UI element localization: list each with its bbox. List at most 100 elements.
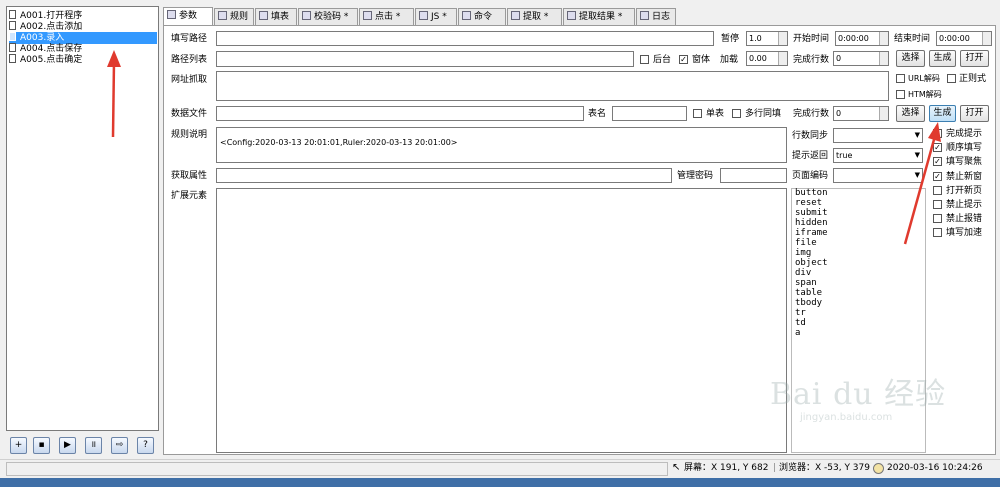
tab[interactable]: 点击 *	[359, 8, 414, 25]
tab[interactable]: 参数	[163, 7, 213, 25]
element-tag-list[interactable]: button reset submit hidden iframe file img obje…	[795, 188, 828, 338]
status-divider: |	[773, 463, 777, 473]
document-icon	[9, 54, 16, 63]
help-icon: ?	[143, 440, 148, 450]
save-icon: ▪	[38, 440, 45, 450]
open-button-2[interactable]: 打开	[960, 105, 989, 122]
tab[interactable]: 规则	[214, 8, 254, 25]
element-tag-item[interactable]: img	[795, 248, 828, 258]
element-tag-item[interactable]: span	[795, 278, 828, 288]
start-time-picker[interactable]: 0:00:00	[835, 31, 889, 46]
export-icon: ⇨	[115, 440, 124, 450]
play-button[interactable]: ▶	[59, 437, 76, 454]
help-button[interactable]: ?	[137, 437, 154, 454]
element-tag-item[interactable]: tr	[795, 308, 828, 318]
complete-rows-stepper-2[interactable]: 0	[833, 106, 889, 121]
tab[interactable]: 填表	[255, 8, 297, 25]
regex-checkbox[interactable]	[947, 74, 956, 83]
select-button[interactable]: 选择	[896, 50, 925, 67]
element-tag-item[interactable]: td	[795, 318, 828, 328]
tree-item[interactable]: A005.点击确定	[9, 54, 157, 66]
tab[interactable]: 提取结果 *	[563, 8, 635, 25]
pause-label: 暂停	[721, 34, 740, 44]
option-checkbox[interactable]: ✓	[933, 143, 942, 153]
tab[interactable]: 命令	[458, 8, 506, 25]
complete-rows-label: 完成行数	[793, 55, 830, 65]
option-checkbox[interactable]: ✓	[933, 171, 942, 181]
option-checkbox[interactable]	[933, 228, 942, 238]
add-button[interactable]: +	[10, 437, 27, 454]
tree-item-label: A005.点击确定	[20, 55, 83, 65]
element-tag-item[interactable]: table	[795, 288, 828, 298]
option-checkbox[interactable]	[933, 200, 942, 209]
tab[interactable]: JS *	[415, 8, 457, 25]
option-checkbox[interactable]	[933, 129, 942, 138]
tab-label: 命令	[474, 12, 493, 22]
multi-row-checkbox[interactable]	[732, 109, 741, 118]
end-time-picker[interactable]: 0:00:00	[936, 31, 992, 46]
save-button[interactable]: ▪	[33, 437, 50, 454]
ext-elements-label: 扩展元素	[171, 191, 208, 201]
tab[interactable]: 日志	[636, 8, 676, 25]
element-tag-item[interactable]: submit	[795, 208, 828, 218]
select-button-2[interactable]: 选择	[896, 105, 925, 122]
tab-icon	[259, 11, 268, 20]
table-name-input[interactable]	[612, 106, 687, 121]
tab-icon	[511, 11, 520, 20]
background-checkbox[interactable]	[640, 55, 649, 64]
element-tag-item[interactable]: reset	[795, 198, 828, 208]
load-stepper[interactable]: 0.00	[746, 51, 788, 66]
option-label: 禁止提示	[946, 200, 983, 210]
export-button[interactable]: ⇨	[111, 437, 128, 454]
element-tag-item[interactable]: iframe	[795, 228, 828, 238]
element-tag-item[interactable]: tbody	[795, 298, 828, 308]
pause-stepper[interactable]: 1.0	[746, 31, 788, 46]
tab[interactable]: 校验码 *	[298, 8, 358, 25]
htm-decode-checkbox[interactable]	[896, 90, 905, 99]
option-checkbox[interactable]	[933, 185, 942, 195]
document-icon	[9, 21, 16, 30]
option-label: 完成提示	[946, 129, 983, 139]
page-encoding-select[interactable]	[833, 168, 923, 183]
browser-coords: 浏览器：X -53, Y 379	[779, 463, 870, 473]
rule-desc-textarea[interactable]: <Config:2020-03-13 20:01:01,Ruler:2020-0…	[216, 127, 787, 163]
prompt-return-select[interactable]: true	[833, 148, 923, 163]
single-table-checkbox[interactable]	[693, 109, 702, 118]
generate-button-2[interactable]: 生成	[929, 105, 956, 122]
admin-pwd-input[interactable]	[720, 168, 787, 183]
status-datetime: 2020-03-16 10:24:26	[887, 463, 983, 473]
element-tag-item[interactable]: a	[795, 328, 828, 338]
document-icon	[9, 43, 16, 52]
get-attr-input[interactable]	[216, 168, 672, 183]
fill-path-input[interactable]	[216, 31, 714, 46]
element-tag-item[interactable]: button	[795, 188, 828, 198]
param-sync-select[interactable]	[833, 128, 923, 143]
cursor-icon: ↖	[672, 462, 681, 473]
option-checkbox[interactable]	[933, 214, 942, 224]
rule-desc-label: 规则说明	[171, 130, 208, 140]
multi-row-label: 多行同填	[745, 109, 782, 119]
form-checkbox[interactable]: ✓	[679, 55, 688, 64]
tree-item-label: A003.录入	[20, 33, 65, 43]
open-button[interactable]: 打开	[960, 50, 989, 67]
tab-label: 填表	[271, 12, 290, 22]
element-tag-item[interactable]: div	[795, 268, 828, 278]
url-fetch-textarea[interactable]	[216, 71, 889, 101]
tab[interactable]: 提取 *	[507, 8, 562, 25]
url-decode-label: URL解码	[908, 74, 940, 83]
complete-rows-stepper[interactable]: 0	[833, 51, 889, 66]
single-table-label: 单表	[706, 109, 725, 119]
generate-button[interactable]: 生成	[929, 50, 956, 67]
option-checkbox[interactable]: ✓	[933, 157, 942, 167]
ext-elements-textarea[interactable]	[216, 188, 787, 453]
url-decode-checkbox[interactable]	[896, 74, 905, 83]
tab-label: 提取结果 *	[579, 12, 623, 22]
element-tag-item[interactable]: file	[795, 238, 828, 248]
element-tag-item[interactable]: object	[795, 258, 828, 268]
task-tree[interactable]: A001.打开程序 A002.点击添加 A003.录入 A004.点击保存 A005.点…	[6, 6, 159, 431]
data-file-input[interactable]	[216, 106, 584, 121]
load-label: 加载	[720, 55, 739, 65]
path-list-input[interactable]	[216, 51, 634, 67]
pause-button[interactable]: ॥	[85, 437, 102, 454]
element-tag-item[interactable]: hidden	[795, 218, 828, 228]
